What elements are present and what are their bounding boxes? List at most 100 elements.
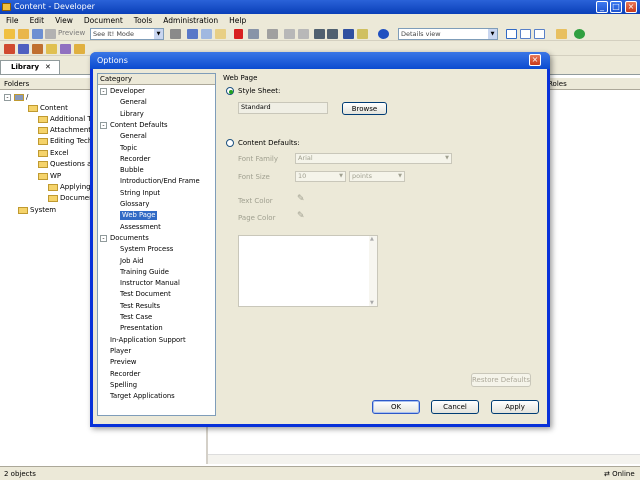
tree-item[interactable]: Documen	[48, 193, 94, 203]
category-item[interactable]: Test Case	[120, 313, 152, 322]
category-item[interactable]: In-Application Support	[110, 336, 186, 345]
columns-view-icon[interactable]	[534, 29, 545, 39]
menu-administration[interactable]: Administration	[157, 14, 223, 27]
category-item[interactable]: Spelling	[110, 381, 137, 390]
menu-file[interactable]: File	[0, 14, 24, 27]
collapse-icon[interactable]: -	[4, 94, 11, 101]
menu-document[interactable]: Document	[78, 14, 128, 27]
properties-icon[interactable]	[248, 29, 259, 39]
help-icon[interactable]	[378, 29, 389, 39]
category-item[interactable]: Introduction/End Frame	[120, 177, 200, 186]
category-item[interactable]: Documents	[110, 234, 149, 243]
tree-item[interactable]: Attachments	[38, 125, 95, 135]
save-icon[interactable]	[32, 29, 43, 39]
tab-library[interactable]: Library ✕	[0, 60, 60, 74]
browse-button[interactable]: Browse	[342, 102, 387, 115]
collapse-icon[interactable]: -	[100, 88, 107, 95]
view-select[interactable]: Details view ▼	[398, 28, 498, 40]
folder-up-icon[interactable]	[46, 44, 57, 54]
page-color-picker-icon[interactable]: ✎	[297, 211, 305, 221]
category-item[interactable]: Target Applications	[110, 392, 175, 401]
category-item[interactable]: Training Guide	[120, 268, 169, 277]
outline-icon[interactable]	[60, 44, 71, 54]
status-icon[interactable]	[32, 44, 43, 54]
tree-root[interactable]: - /	[4, 92, 28, 102]
ok-button[interactable]: OK	[372, 400, 420, 414]
restore-defaults-button[interactable]: Restore Defaults	[471, 373, 531, 387]
menu-help[interactable]: Help	[223, 14, 251, 27]
split-view-icon[interactable]	[520, 29, 531, 39]
tree-item[interactable]: Excel	[38, 148, 69, 158]
category-item[interactable]: Job Aid	[120, 257, 144, 266]
collapse-icon[interactable]: -	[100, 234, 107, 242]
tree-item-content[interactable]: Content	[28, 103, 68, 113]
category-item[interactable]: Instructor Manual	[120, 279, 180, 288]
font-size-select[interactable]: 10 ▼	[295, 171, 346, 182]
category-item[interactable]: Assessment	[120, 223, 161, 232]
open-icon[interactable]	[18, 29, 29, 39]
tree-item[interactable]: WP	[38, 171, 61, 181]
publish-icon[interactable]	[556, 29, 567, 39]
category-item[interactable]: Topic	[120, 144, 137, 153]
category-item[interactable]: Test Document	[120, 290, 171, 299]
style-sheet-radio[interactable]	[226, 87, 234, 95]
close-window-button[interactable]: ×	[625, 1, 637, 13]
font-family-select[interactable]: Arial ▼	[295, 153, 452, 164]
undo-icon[interactable]	[284, 29, 295, 39]
font-unit-select[interactable]: points ▼	[349, 171, 405, 182]
details-view-icon[interactable]	[506, 29, 517, 39]
print-icon[interactable]	[45, 29, 56, 39]
mode-select[interactable]: See It! Mode ▼	[90, 28, 164, 40]
category-item[interactable]: General	[120, 98, 147, 107]
copy-icon[interactable]	[201, 29, 212, 39]
collapse-icon[interactable]	[327, 29, 338, 39]
refresh-icon[interactable]	[574, 29, 585, 39]
category-item[interactable]: Glossary	[120, 200, 149, 209]
category-item[interactable]: Recorder	[120, 155, 150, 164]
menu-tools[interactable]: Tools	[128, 14, 157, 27]
category-item[interactable]: General	[120, 132, 147, 141]
preview-scrollbar[interactable]: ▲ ▼	[369, 236, 377, 306]
category-item[interactable]: Bubble	[120, 166, 144, 175]
delete-icon[interactable]	[234, 29, 243, 39]
preview-button[interactable]: Preview	[58, 29, 85, 37]
new-folder-icon[interactable]	[4, 29, 15, 39]
cancel-button[interactable]: Cancel	[431, 400, 479, 414]
expand-icon[interactable]	[314, 29, 325, 39]
close-tab-icon[interactable]: ✕	[45, 61, 51, 73]
horizontal-scrollbar[interactable]	[208, 454, 640, 464]
dialog-close-button[interactable]: ×	[529, 54, 541, 66]
record-icon[interactable]	[170, 29, 181, 39]
tree-item[interactable]: Applying	[48, 182, 91, 192]
find-icon[interactable]	[343, 29, 354, 39]
minimize-button[interactable]: _	[596, 1, 608, 13]
category-item[interactable]: Player	[110, 347, 131, 356]
menu-view[interactable]: View	[49, 14, 78, 27]
category-item[interactable]: Presentation	[120, 324, 163, 333]
category-item[interactable]: String Input	[120, 189, 160, 198]
apply-button[interactable]: Apply	[491, 400, 539, 414]
checkout-icon[interactable]	[18, 44, 29, 54]
category-item[interactable]: Library	[120, 110, 144, 119]
text-color-picker-icon[interactable]: ✎	[297, 194, 305, 204]
category-item[interactable]: Developer	[110, 87, 145, 96]
collapse-icon[interactable]: -	[100, 121, 107, 129]
category-item-selected[interactable]: Web Page	[120, 211, 158, 221]
document-icon[interactable]	[74, 44, 85, 54]
paste-icon[interactable]	[215, 29, 226, 39]
menu-edit[interactable]: Edit	[24, 14, 50, 27]
category-item[interactable]: Recorder	[110, 370, 140, 379]
category-item[interactable]: Content Defaults	[110, 121, 168, 130]
category-item[interactable]: Test Results	[120, 302, 160, 311]
category-item[interactable]: System Process	[120, 245, 173, 254]
checkin-icon[interactable]	[4, 44, 15, 54]
maximize-button[interactable]: □	[610, 1, 622, 13]
history-icon[interactable]	[267, 29, 278, 39]
content-defaults-radio[interactable]	[226, 139, 234, 147]
tree-item-system[interactable]: System	[18, 205, 56, 215]
redo-icon[interactable]	[298, 29, 309, 39]
link-icon[interactable]	[357, 29, 368, 39]
cut-icon[interactable]	[187, 29, 198, 39]
style-sheet-field[interactable]: Standard	[238, 102, 328, 114]
category-item[interactable]: Preview	[110, 358, 136, 367]
